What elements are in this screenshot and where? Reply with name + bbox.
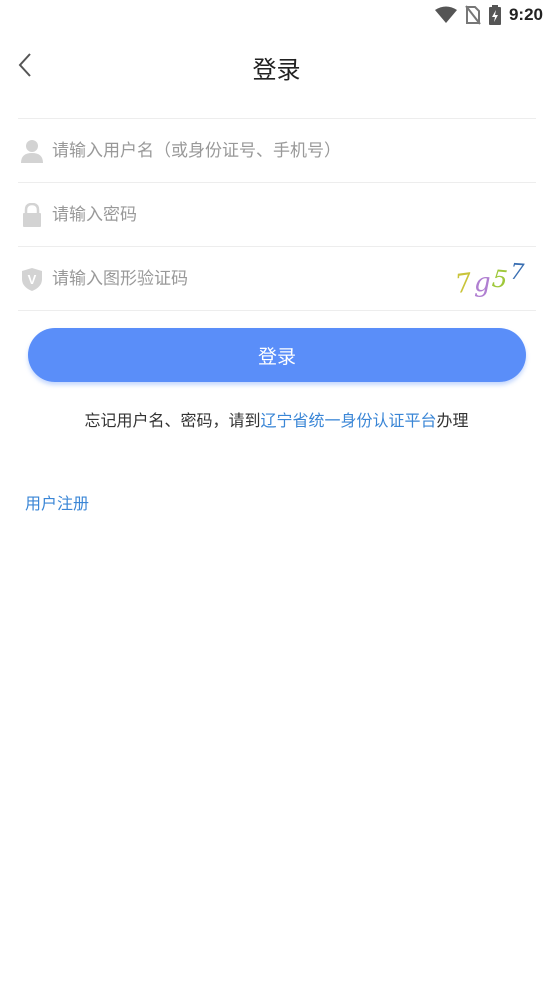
header: 登录 [0,38,553,94]
forgot-prefix: 忘记用户名、密码，请到 [84,411,261,430]
page-title: 登录 [252,56,301,84]
login-form: V 7 g 5 7 [18,118,536,311]
login-button[interactable]: 登录 [28,328,526,382]
password-row [18,182,536,246]
captcha-row: V 7 g 5 7 [18,246,536,311]
status-bar: 9:20 [0,0,553,30]
identity-platform-link[interactable]: 辽宁省统一身份认证平台 [260,411,436,430]
forgot-suffix: 办理 [436,411,469,430]
user-icon [21,139,43,163]
captcha-char-2: g [474,268,491,298]
password-input[interactable] [52,204,432,225]
username-input[interactable] [52,140,432,161]
lock-icon [23,202,41,227]
no-sim-icon [465,5,481,25]
shield-icon: V [22,267,42,291]
register-link[interactable]: 用户注册 [25,490,89,514]
username-row [18,118,536,182]
captcha-char-1: 7 [454,268,474,299]
captcha-char-4: 7 [509,260,525,286]
status-time: 9:20 [508,5,543,24]
captcha-input[interactable] [52,268,432,289]
svg-text:V: V [28,272,37,287]
wifi-icon [434,6,457,23]
forgot-hint: 忘记用户名、密码，请到辽宁省统一身份认证平台办理 [0,407,553,431]
captcha-char-3: 5 [491,264,509,293]
battery-charging-icon [488,5,501,25]
captcha-image[interactable]: 7 g 5 7 [454,259,532,299]
